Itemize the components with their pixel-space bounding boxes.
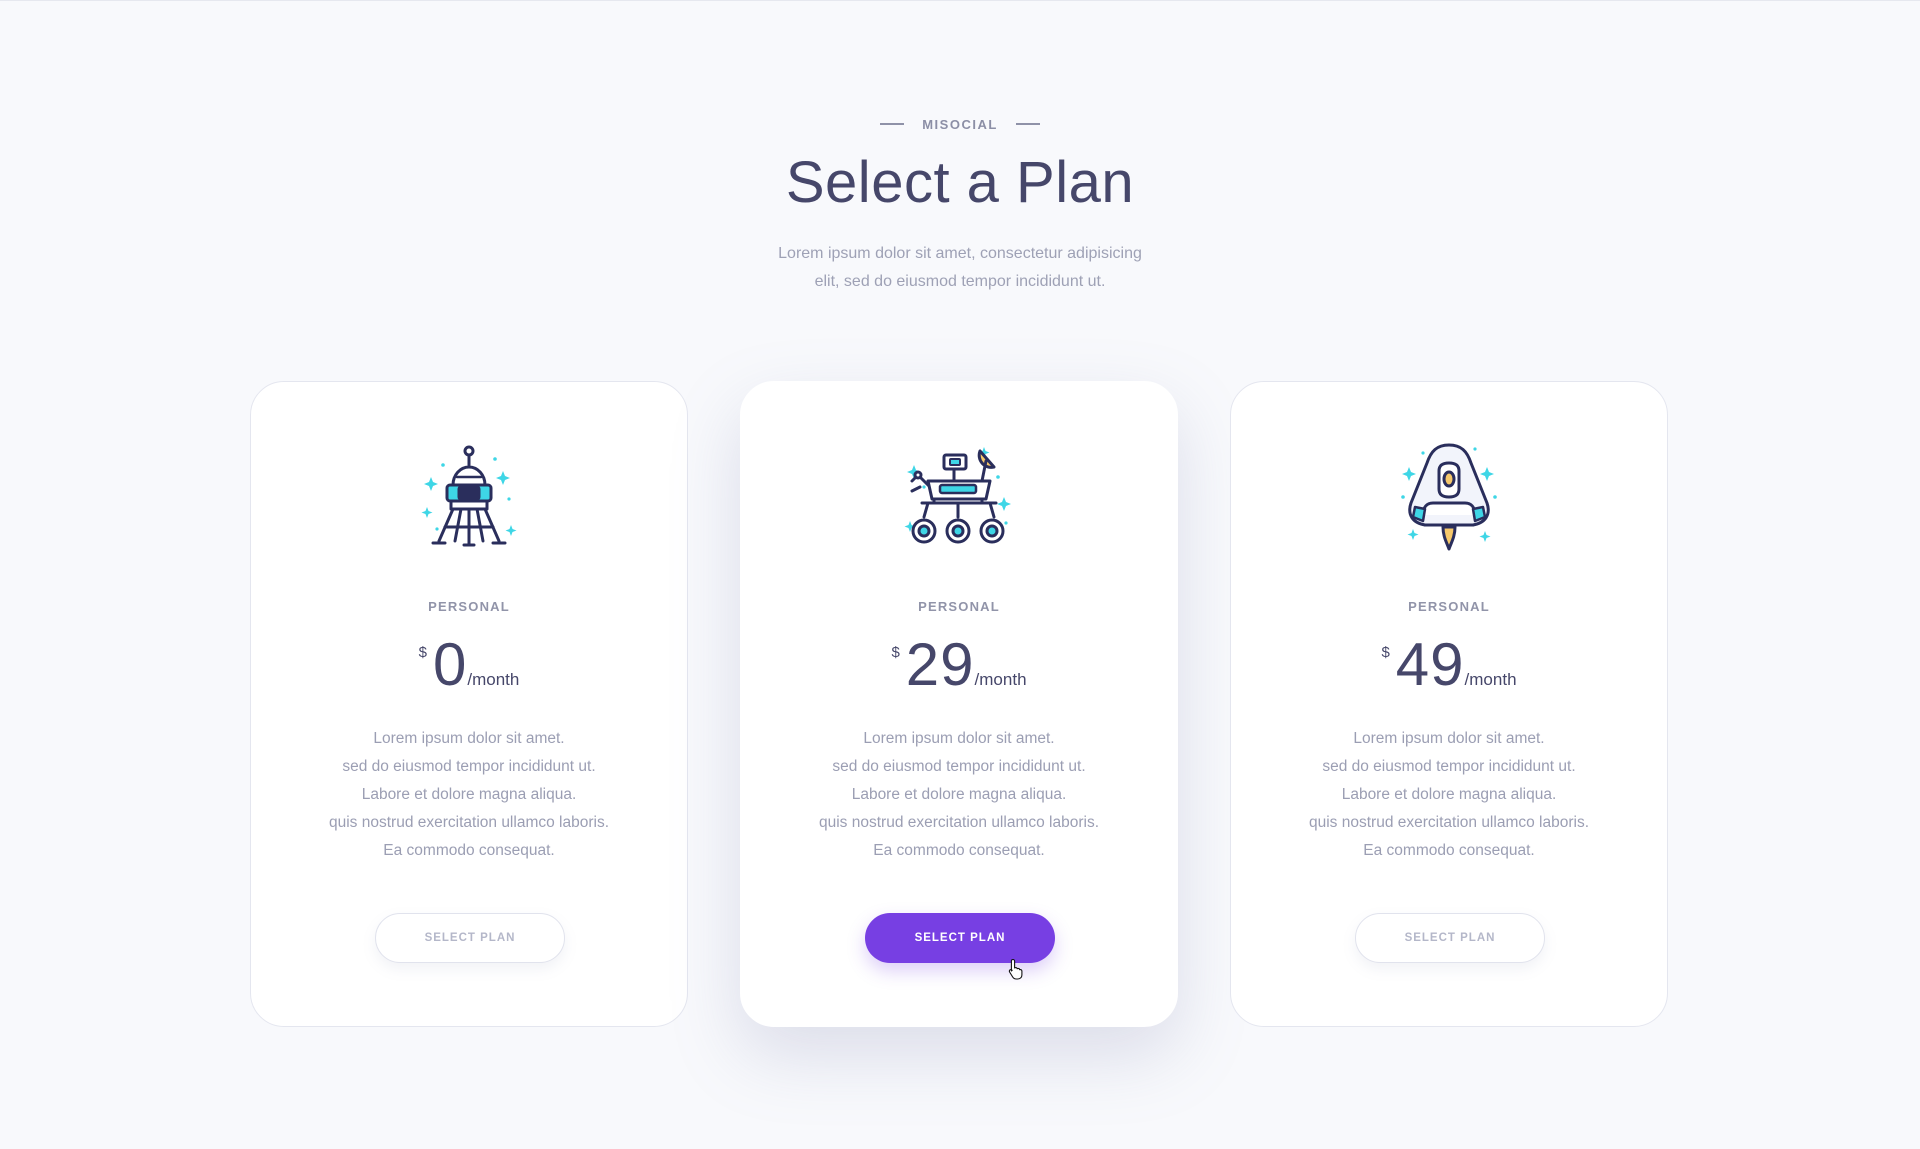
mars-rover-icon (741, 437, 1177, 557)
eyebrow-label: MISOCIAL (922, 116, 998, 132)
plan-name: PERSONAL (1408, 599, 1490, 614)
price-currency: $ (418, 644, 427, 661)
feature-item: sed do eiusmod tempor incididunt ut. (342, 758, 596, 775)
page-title: Select a Plan (785, 150, 1135, 215)
pricing-cards: PERSONAL $0/month Lorem ipsum dolor sit … (250, 381, 1670, 1029)
feature-item: Lorem ipsum dolor sit amet. (863, 730, 1055, 747)
feature-item: Ea commodo consequat. (383, 842, 555, 859)
plan-price: $49/month (1231, 630, 1667, 716)
feature-item: Ea commodo consequat. (1363, 842, 1535, 859)
feature-item: quis nostrud exercitation ullamco labori… (819, 814, 1099, 831)
select-plan-button[interactable]: SELECT PLAN (375, 913, 565, 963)
feature-item: Labore et dolore magna aliqua. (361, 786, 577, 803)
feature-item: Ea commodo consequat. (873, 842, 1045, 859)
feature-item: Labore et dolore magna aliqua. (1341, 786, 1557, 803)
price-period: /month (467, 670, 520, 689)
plan-name: PERSONAL (428, 599, 510, 614)
feature-list: Lorem ipsum dolor sit amet. sed do eiusm… (741, 725, 1177, 865)
price-amount: 29 (905, 631, 975, 698)
feature-item: Lorem ipsum dolor sit amet. (373, 730, 565, 747)
subtitle-line: elit, sed do eiusmod tempor incididunt u… (814, 273, 1106, 290)
space-capsule-icon (1231, 437, 1667, 557)
pricing-header: MISOCIAL Select a Plan Lorem ipsum dolor… (0, 108, 1920, 296)
price-amount: 49 (1395, 631, 1465, 698)
pricing-card-free: PERSONAL $0/month Lorem ipsum dolor sit … (250, 381, 688, 1027)
feature-item: Lorem ipsum dolor sit amet. (1353, 730, 1545, 747)
page-subtitle: Lorem ipsum dolor sit amet, consectetur … (750, 240, 1170, 296)
price-currency: $ (1381, 644, 1390, 661)
feature-list: Lorem ipsum dolor sit amet. sed do eiusm… (1231, 725, 1667, 865)
top-divider (0, 0, 1920, 1)
price-period: /month (974, 670, 1027, 689)
eyebrow: MISOCIAL (0, 108, 1920, 140)
lunar-lander-icon (251, 437, 687, 557)
feature-list: Lorem ipsum dolor sit amet. sed do eiusm… (251, 725, 687, 865)
select-plan-button[interactable]: SELECT PLAN (865, 913, 1055, 963)
eyebrow-line-left (880, 123, 905, 125)
pricing-card-featured: PERSONAL $29/month Lorem ipsum dolor sit… (740, 381, 1178, 1027)
price-currency: $ (891, 644, 900, 661)
price-period: /month (1464, 670, 1517, 689)
eyebrow-line-right (1015, 123, 1040, 125)
plan-price: $0/month (251, 630, 687, 716)
hand-cursor-icon (1008, 958, 1024, 980)
select-plan-button[interactable]: SELECT PLAN (1355, 913, 1545, 963)
feature-item: sed do eiusmod tempor incididunt ut. (832, 758, 1086, 775)
price-amount: 0 (432, 631, 468, 698)
plan-name: PERSONAL (918, 599, 1000, 614)
subtitle-line: Lorem ipsum dolor sit amet, consectetur … (778, 245, 1142, 262)
feature-item: quis nostrud exercitation ullamco labori… (1309, 814, 1589, 831)
plan-price: $29/month (741, 630, 1177, 716)
feature-item: quis nostrud exercitation ullamco labori… (329, 814, 609, 831)
feature-item: Labore et dolore magna aliqua. (851, 786, 1067, 803)
feature-item: sed do eiusmod tempor incididunt ut. (1322, 758, 1576, 775)
pricing-card-premium: PERSONAL $49/month Lorem ipsum dolor sit… (1230, 381, 1668, 1027)
